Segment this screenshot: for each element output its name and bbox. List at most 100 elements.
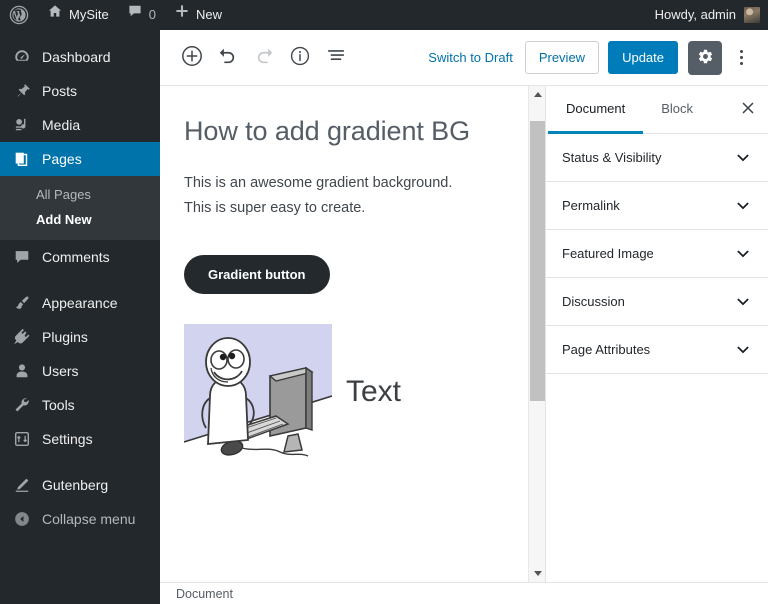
dashboard-icon	[12, 47, 32, 67]
sidebar-item-gutenberg[interactable]: Gutenberg	[0, 468, 160, 502]
menu-top-spacer	[0, 30, 160, 40]
panel-label: Featured Image	[562, 246, 654, 261]
sidebar-item-tools[interactable]: Tools	[0, 388, 160, 422]
panel-label: Status & Visibility	[562, 150, 662, 165]
settings-sidebar: Document Block Status & Visibility Perma…	[545, 86, 768, 582]
info-circle-icon	[289, 45, 311, 70]
add-block-button[interactable]	[174, 40, 210, 76]
sidebar-item-label: Pages	[42, 151, 82, 167]
block-navigation-button[interactable]	[318, 40, 354, 76]
howdy-label: Howdy, admin	[654, 7, 736, 22]
redo-button[interactable]	[246, 40, 282, 76]
comments-menu[interactable]: 0	[118, 0, 165, 30]
panel-label: Page Attributes	[562, 342, 651, 357]
chevron-down-icon	[734, 293, 752, 311]
wordpress-logo-menu[interactable]	[0, 0, 38, 30]
sidebar-item-posts[interactable]: Posts	[0, 74, 160, 108]
paragraph-line-1: This is an awesome gradient background.	[184, 175, 453, 192]
more-options-button[interactable]	[726, 41, 756, 75]
editor-body: How to add gradient BG This is an awesom…	[160, 86, 768, 582]
sidebar-bottom-filler	[0, 582, 160, 604]
sidebar-item-media[interactable]: Media	[0, 108, 160, 142]
comment-bubble-icon	[127, 0, 143, 30]
site-name-label: MySite	[69, 7, 109, 22]
howdy-account-menu[interactable]: Howdy, admin	[646, 0, 768, 30]
comment-bubble-icon	[12, 247, 32, 267]
menu-separator	[0, 456, 160, 468]
admin-sidebar-menu: Dashboard Posts Media Pages All Pages Ad…	[0, 30, 168, 604]
panel-label: Discussion	[562, 294, 625, 309]
sidebar-item-appearance[interactable]: Appearance	[0, 286, 160, 320]
sidebar-item-settings[interactable]: Settings	[0, 422, 160, 456]
vertical-ellipsis-icon	[739, 50, 743, 53]
content-info-button[interactable]	[282, 40, 318, 76]
paintbrush-icon	[12, 293, 32, 313]
paragraph-block[interactable]: This is an awesome gradient background. …	[160, 149, 528, 222]
sidebar-item-label: Tools	[42, 397, 75, 413]
sidebar-item-label: Posts	[42, 83, 78, 99]
scroll-up-button[interactable]	[529, 86, 546, 103]
paragraph-line-2: This is super easy to create.	[184, 200, 366, 217]
redo-arrow-icon	[253, 45, 275, 70]
sidebar-item-users[interactable]: Users	[0, 354, 160, 388]
sidebar-item-label: Settings	[42, 431, 93, 447]
panel-permalink[interactable]: Permalink	[546, 182, 768, 230]
new-label: New	[195, 7, 222, 22]
scrollbar-thumb[interactable]	[530, 121, 545, 401]
menu-separator	[0, 274, 160, 286]
panel-discussion[interactable]: Discussion	[546, 278, 768, 326]
meme-illustration-image[interactable]	[184, 323, 332, 460]
scroll-down-arrow-icon	[533, 571, 542, 576]
settings-toggle-button[interactable]	[688, 40, 722, 75]
scroll-up-arrow-icon	[533, 92, 542, 97]
scroll-down-button[interactable]	[529, 565, 546, 582]
wordpress-logo-icon	[9, 5, 29, 25]
sidebar-item-label: Appearance	[42, 295, 118, 311]
panel-featured-image[interactable]: Featured Image	[546, 230, 768, 278]
sidebar-item-pages[interactable]: Pages	[0, 142, 168, 176]
panel-label: Permalink	[562, 198, 620, 213]
pin-icon	[12, 81, 32, 101]
site-name-menu[interactable]: MySite	[38, 0, 118, 30]
vertical-ellipsis-icon	[739, 56, 743, 59]
sidebar-item-label: Dashboard	[42, 49, 111, 65]
sidebar-item-label: Comments	[42, 249, 110, 265]
vertical-ellipsis-icon	[739, 62, 743, 65]
sidebar-item-label: Plugins	[42, 329, 88, 345]
pages-submenu: All Pages Add New	[0, 176, 160, 240]
undo-button[interactable]	[210, 40, 246, 76]
pages-icon	[12, 149, 32, 169]
gradient-button[interactable]: Gradient button	[184, 254, 330, 294]
sidebar-item-label: Users	[42, 363, 79, 379]
page-title[interactable]: How to add gradient BG	[160, 86, 528, 149]
post-content-area[interactable]: How to add gradient BG This is an awesom…	[160, 86, 528, 582]
tab-document[interactable]: Document	[548, 87, 644, 134]
switch-to-draft-button[interactable]: Switch to Draft	[416, 50, 525, 65]
submenu-item-all-pages[interactable]: All Pages	[0, 182, 160, 207]
breadcrumb[interactable]: Document	[176, 587, 233, 601]
sidebar-item-collapse-menu[interactable]: Collapse menu	[0, 502, 160, 536]
panel-status-and-visibility[interactable]: Status & Visibility	[546, 134, 768, 182]
media-text-label[interactable]: Text	[346, 375, 401, 409]
close-sidebar-button[interactable]	[728, 86, 768, 133]
sidebar-item-plugins[interactable]: Plugins	[0, 320, 160, 354]
content-scrollbar[interactable]	[528, 86, 546, 582]
sidebar-item-dashboard[interactable]: Dashboard	[0, 40, 160, 74]
sidebar-item-label: Collapse menu	[42, 511, 136, 527]
panel-page-attributes[interactable]: Page Attributes	[546, 326, 768, 374]
new-content-menu[interactable]: New	[165, 0, 231, 30]
meme-illustration-drawing	[184, 323, 332, 460]
media-and-text-block[interactable]: Text	[160, 294, 528, 460]
tab-block[interactable]: Block	[643, 87, 711, 134]
button-block[interactable]: Gradient button	[160, 222, 528, 294]
home-icon	[47, 0, 63, 30]
submenu-item-add-new[interactable]: Add New	[0, 207, 160, 232]
close-icon	[740, 100, 756, 119]
update-button[interactable]: Update	[608, 41, 678, 74]
preview-button[interactable]: Preview	[524, 41, 600, 74]
chevron-down-icon	[734, 245, 752, 263]
settings-sidebar-tabs: Document Block	[546, 86, 768, 134]
sidebar-item-comments[interactable]: Comments	[0, 240, 160, 274]
gear-icon	[696, 47, 715, 69]
chevron-down-icon	[734, 341, 752, 359]
